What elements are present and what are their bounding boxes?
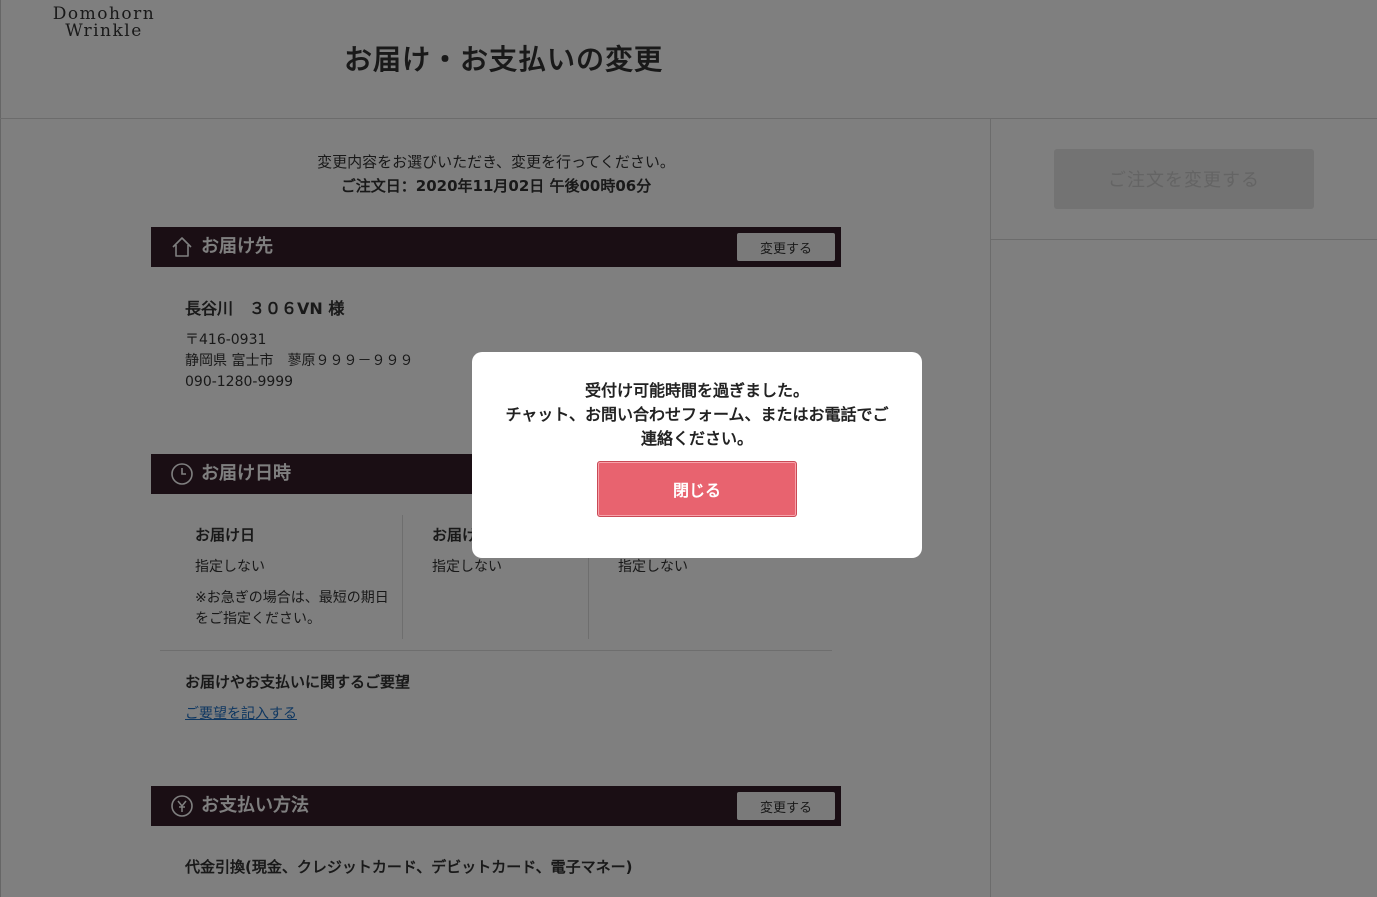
timeout-modal: 受付け可能時間を過ぎました。 チャット、お問い合わせフォーム、またはお電話でご … xyxy=(472,352,922,558)
modal-line-3: 連絡ください。 xyxy=(640,429,753,448)
modal-line-1: 受付け可能時間を過ぎました。 xyxy=(584,381,809,400)
close-button[interactable]: 閉じる xyxy=(597,461,797,517)
modal-line-2: チャット、お問い合わせフォーム、またはお電話でご xyxy=(505,405,889,424)
modal-message: 受付け可能時間を過ぎました。 チャット、お問い合わせフォーム、またはお電話でご … xyxy=(492,379,902,451)
